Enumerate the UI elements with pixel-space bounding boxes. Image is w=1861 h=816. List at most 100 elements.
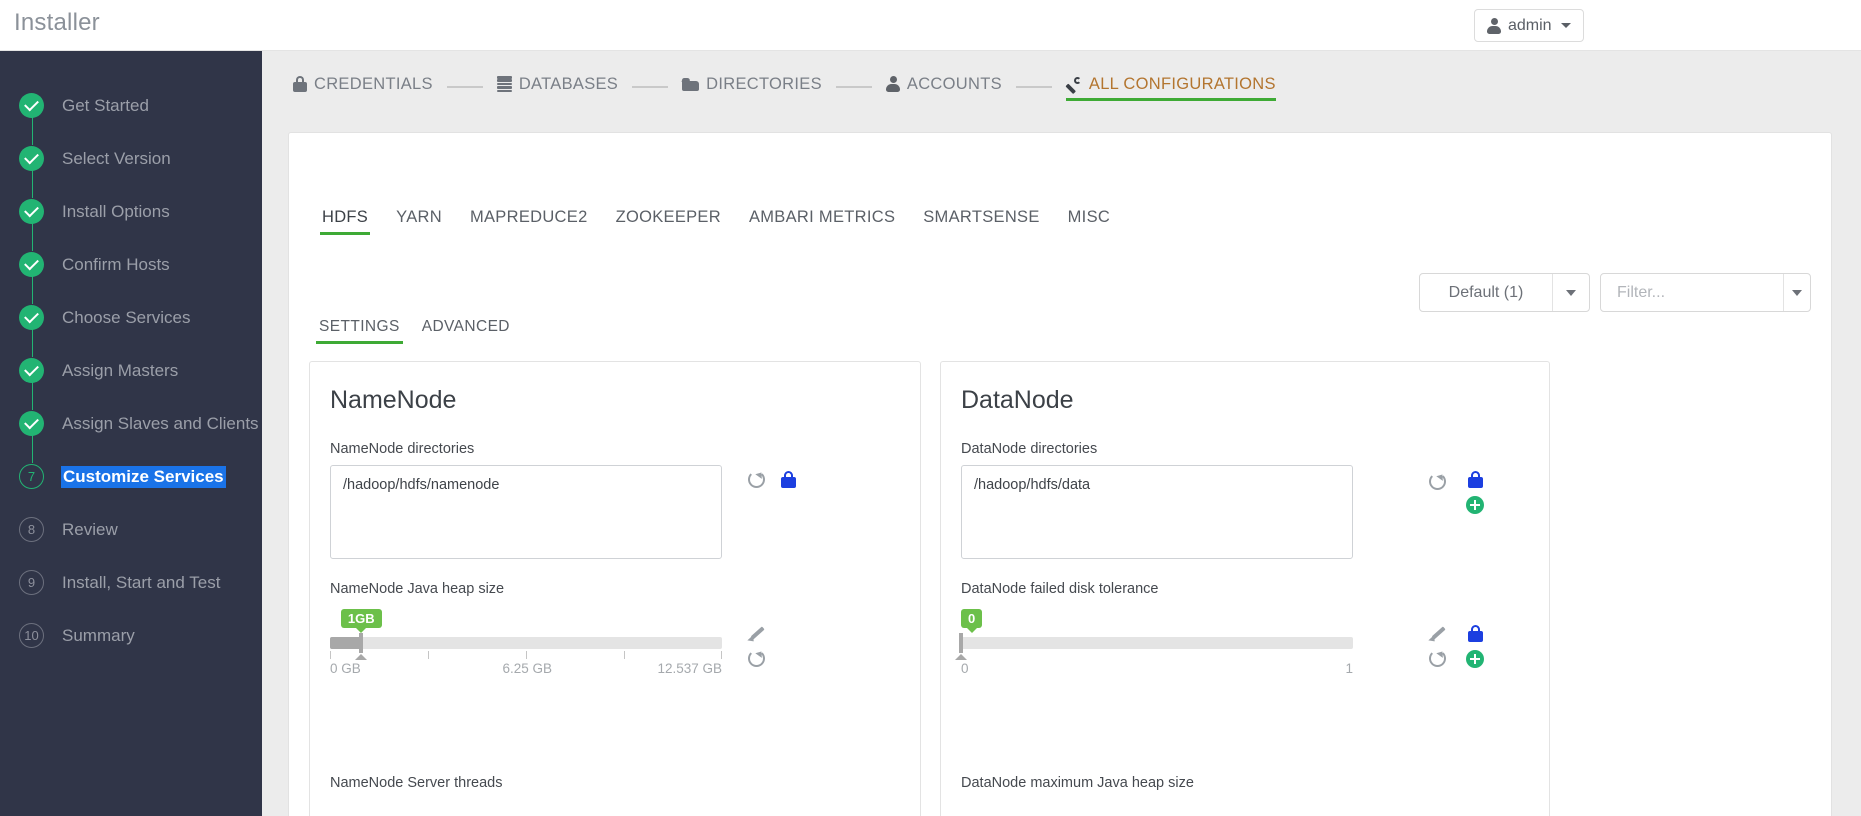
tab-misc[interactable]: MISC: [1054, 208, 1124, 235]
tab-smartsense[interactable]: SMARTSENSE: [909, 208, 1053, 235]
datanode-directories-actions: [1429, 471, 1484, 514]
sidebar-item-select-version[interactable]: Select Version: [0, 132, 262, 198]
step-number: 8: [19, 517, 44, 542]
panel-datanode: DataNode DataNode directories DataNode f…: [940, 361, 1550, 816]
top-bar: Installer admin: [0, 0, 1861, 51]
filter-row: Default (1) Filter...: [1419, 273, 1811, 312]
namenode-heap-slider-fill: [330, 637, 362, 649]
sidebar-item-review[interactable]: 8 Review: [0, 503, 262, 556]
app-title: Installer: [14, 9, 100, 36]
tab-ambari-metrics[interactable]: AMBARI METRICS: [735, 208, 909, 235]
config-group-dropdown[interactable]: Default (1): [1419, 273, 1590, 312]
namenode-directories-input[interactable]: [330, 465, 722, 559]
namenode-heap-slider-handle[interactable]: [355, 633, 368, 660]
namenode-heap-slider-ticks: [330, 651, 722, 659]
datanode-failed-disk-slider[interactable]: 0 0 1: [955, 609, 1353, 685]
filter-input[interactable]: Filter...: [1601, 274, 1783, 311]
sidebar-item-assign-slaves-and-clients[interactable]: Assign Slaves and Clients: [0, 397, 262, 463]
config-group-chevron-down-icon[interactable]: [1552, 274, 1589, 311]
namenode-heap-actions: [748, 625, 765, 667]
sidebar-item-label: Choose Services: [62, 307, 191, 327]
datanode-failed-disk-actions: [1429, 625, 1484, 668]
database-icon: [496, 76, 512, 92]
step-check-icon: [19, 411, 44, 436]
breadcrumb-item-databases[interactable]: DATABASES: [496, 75, 618, 100]
sidebar-item-confirm-hosts[interactable]: Confirm Hosts: [0, 238, 262, 304]
tab-yarn[interactable]: YARN: [382, 208, 456, 235]
refresh-icon[interactable]: [1429, 650, 1446, 667]
sidebar-item-summary[interactable]: 10 Summary: [0, 609, 262, 662]
wizard-breadcrumb: CREDENTIALS DATABASES DIRECTORIES ACCOUNTS A…: [262, 51, 1861, 123]
datanode-failed-disk-slider-track[interactable]: [955, 633, 1353, 660]
breadcrumb-item-accounts[interactable]: ACCOUNTS: [885, 75, 1002, 100]
sidebar-item-choose-services[interactable]: Choose Services: [0, 291, 262, 357]
namenode-heap-slider[interactable]: 1GB 0 GB 6.25 GB 12.537 GB: [330, 609, 722, 685]
sidebar-item-install-options[interactable]: Install Options: [0, 185, 262, 251]
step-connector: [31, 170, 33, 198]
sidebar-item-label: Customize Services: [61, 465, 226, 488]
subtab-settings[interactable]: SETTINGS: [308, 318, 411, 344]
refresh-icon[interactable]: [748, 650, 765, 667]
config-group-value: Default (1): [1448, 283, 1524, 301]
sidebar-item-label: Install, Start and Test: [62, 572, 221, 592]
subtab-advanced[interactable]: ADVANCED: [411, 318, 521, 344]
step-check-icon: [19, 146, 44, 171]
breadcrumb-item-directories[interactable]: DIRECTORIES: [682, 75, 822, 100]
namenode-heap-slider-track[interactable]: [330, 633, 722, 660]
sidebar-item-install-start-and-test[interactable]: 9 Install, Start and Test: [0, 556, 262, 609]
folder-icon: [682, 77, 700, 91]
step-check-icon: [19, 199, 44, 224]
sidebar-item-customize-services[interactable]: 7 Customize Services: [0, 450, 262, 503]
service-tab-bar: HDFS YARN MAPREDUCE2 ZOOKEEPER AMBARI METRIC…: [308, 208, 1124, 235]
breadcrumb-item-credentials[interactable]: CREDENTIALS: [293, 75, 433, 100]
sidebar-item-assign-masters[interactable]: Assign Masters: [0, 344, 262, 410]
sidebar-item-label: Install Options: [62, 201, 170, 221]
filter-chevron-down-icon[interactable]: [1783, 274, 1810, 311]
lock-icon[interactable]: [781, 471, 796, 488]
datanode-directories-input[interactable]: [961, 465, 1353, 559]
step-connector: [31, 276, 33, 304]
lock-icon[interactable]: [1467, 625, 1483, 642]
step-number: 9: [19, 570, 44, 595]
breadcrumb-separator: [835, 86, 872, 88]
datanode-failed-disk-slider-tooltip: 0: [961, 609, 983, 633]
step-check-icon: [19, 358, 44, 383]
configuration-card: HDFS YARN MAPREDUCE2 ZOOKEEPER AMBARI METRIC…: [288, 132, 1832, 816]
sub-tab-bar: SETTINGS ADVANCED: [308, 318, 521, 344]
pencil-icon[interactable]: [748, 625, 765, 642]
plus-icon[interactable]: [1466, 650, 1484, 668]
datanode-max-heap-label: DataNode maximum Java heap size: [961, 775, 1194, 791]
sidebar-item-label: Get Started: [62, 95, 149, 115]
datanode-directories-row: [961, 465, 1529, 559]
sidebar-item-label: Assign Masters: [62, 360, 179, 380]
datanode-directories-label: DataNode directories: [961, 441, 1098, 457]
sidebar-item-label: Confirm Hosts: [62, 254, 170, 274]
tab-mapreduce2[interactable]: MAPREDUCE2: [456, 208, 602, 235]
breadcrumb-separator: [446, 86, 483, 88]
step-connector: [31, 117, 33, 145]
step-connector: [31, 329, 33, 357]
plus-icon[interactable]: [1466, 496, 1484, 514]
step-connector: [31, 382, 33, 410]
person-icon: [1487, 17, 1501, 34]
sidebar-item-label: Summary: [62, 625, 135, 645]
step-check-icon: [19, 305, 44, 330]
tab-hdfs[interactable]: HDFS: [308, 208, 382, 235]
lock-icon[interactable]: [1467, 471, 1483, 488]
sidebar-item-get-started[interactable]: Get Started: [0, 79, 262, 145]
sidebar-item-label: Review: [62, 519, 118, 539]
panel-title: NameNode: [330, 386, 457, 414]
datanode-failed-disk-slider-handle[interactable]: [955, 633, 967, 660]
user-menu-button[interactable]: admin: [1474, 9, 1584, 42]
main-content: CREDENTIALS DATABASES DIRECTORIES ACCOUNTS A…: [262, 51, 1861, 816]
refresh-icon[interactable]: [1429, 473, 1446, 490]
refresh-icon[interactable]: [748, 471, 765, 488]
namenode-heap-slider-tooltip: 1GB: [340, 609, 382, 633]
pencil-icon[interactable]: [1429, 625, 1446, 642]
breadcrumb-item-all-configurations[interactable]: ALL CONFIGURATIONS: [1065, 75, 1276, 101]
filter-dropdown[interactable]: Filter...: [1600, 273, 1811, 312]
tab-zookeeper[interactable]: ZOOKEEPER: [602, 208, 735, 235]
config-panels: NameNode NameNode directories NameNode J…: [309, 361, 1813, 816]
slider-max-label: 12.537 GB: [657, 661, 722, 676]
chevron-down-icon: [1560, 23, 1571, 28]
